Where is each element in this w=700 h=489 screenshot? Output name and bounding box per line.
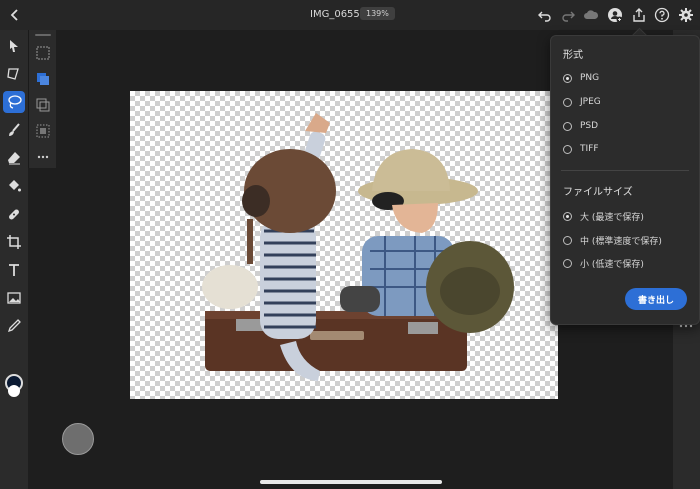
eraser-icon <box>8 152 20 165</box>
child-right-face <box>392 203 438 233</box>
format-option-tiff[interactable]: TIFF <box>563 142 599 156</box>
undo-icon[interactable] <box>537 7 553 23</box>
radio-icon[interactable] <box>563 258 572 268</box>
redo-icon[interactable] <box>560 7 576 23</box>
select-all-icon[interactable] <box>34 44 52 62</box>
cutout-photo <box>202 113 514 381</box>
brush-icon <box>9 123 20 136</box>
radio-icon[interactable] <box>563 144 572 154</box>
format-option-psd[interactable]: PSD <box>563 119 598 133</box>
subtract-selection-icon[interactable] <box>34 96 52 114</box>
export-button[interactable]: 書き出し <box>625 288 687 310</box>
size-option-large[interactable]: 大 (最速で保存) <box>563 209 644 223</box>
share-export-icon[interactable] <box>631 7 647 23</box>
home-indicator <box>260 480 442 484</box>
gear-icon[interactable] <box>678 7 694 23</box>
size-label: 小 (低速で保存) <box>580 259 644 270</box>
eyedropper-tool[interactable] <box>3 315 25 337</box>
document-title[interactable]: IMG_0655 <box>310 9 360 20</box>
format-option-png[interactable]: PNG <box>563 71 599 85</box>
fill-icon <box>9 180 21 192</box>
text-icon <box>9 264 19 276</box>
select-tool[interactable] <box>3 35 25 57</box>
radio-icon[interactable] <box>563 73 572 83</box>
format-label: TIFF <box>580 144 599 154</box>
eraser-tool[interactable] <box>3 147 25 169</box>
format-heading: 形式 <box>563 50 583 61</box>
top-bar: IMG_0655 139% <box>0 0 700 30</box>
more-icon[interactable] <box>34 148 52 166</box>
image-icon <box>7 292 21 304</box>
tray-handle[interactable] <box>35 34 51 36</box>
size-option-medium[interactable]: 中 (標準速度で保存) <box>563 233 662 247</box>
crop-icon <box>7 235 21 249</box>
healing-tool[interactable] <box>3 203 25 225</box>
radio-icon[interactable] <box>563 121 572 131</box>
cloud-icon[interactable] <box>583 7 599 23</box>
export-popover: 形式 PNG JPEG PSD TIFF ファイルサイズ 大 (最速で保存) 中… <box>550 35 700 325</box>
touch-shortcut-button[interactable] <box>62 423 94 455</box>
add-selection-icon[interactable] <box>34 70 52 88</box>
intersect-selection-icon[interactable] <box>34 122 52 140</box>
divider <box>561 170 689 171</box>
select-icon <box>10 40 18 52</box>
transform-tool[interactable] <box>3 63 25 85</box>
suitcase-latch-right <box>408 322 438 334</box>
child-left-hand <box>305 113 330 133</box>
healing-icon <box>9 209 19 220</box>
chevron-left-icon[interactable] <box>6 6 24 24</box>
account-add-icon[interactable] <box>607 7 623 23</box>
radio-icon[interactable] <box>563 211 572 221</box>
help-icon[interactable] <box>654 7 670 23</box>
radio-icon[interactable] <box>563 235 572 245</box>
crop-tool[interactable] <box>3 231 25 253</box>
size-label: 大 (最速で保存) <box>580 212 644 223</box>
fill-tool[interactable] <box>3 175 25 197</box>
document-canvas[interactable] <box>130 91 558 399</box>
zoom-level[interactable]: 139% <box>360 7 395 20</box>
suitcase-handle <box>310 331 364 340</box>
transform-icon <box>7 68 19 80</box>
selection-subtools <box>28 30 57 168</box>
tool-bar <box>0 30 28 489</box>
format-label: PSD <box>580 121 599 131</box>
format-option-jpeg[interactable]: JPEG <box>563 95 601 109</box>
image-tool[interactable] <box>3 287 25 309</box>
format-label: JPEG <box>580 97 601 107</box>
lasso-tool[interactable] <box>3 91 25 113</box>
size-option-small[interactable]: 小 (低速で保存) <box>563 256 644 270</box>
file-size-heading: ファイルサイズ <box>563 187 633 198</box>
radio-icon[interactable] <box>563 97 572 107</box>
brush-tool[interactable] <box>3 119 25 141</box>
size-label: 中 (標準速度で保存) <box>580 236 662 247</box>
format-label: PNG <box>580 73 600 83</box>
text-tool[interactable] <box>3 259 25 281</box>
lasso-icon <box>8 95 22 109</box>
background-color-swatch[interactable] <box>8 385 20 397</box>
eyedropper-icon <box>7 319 21 333</box>
